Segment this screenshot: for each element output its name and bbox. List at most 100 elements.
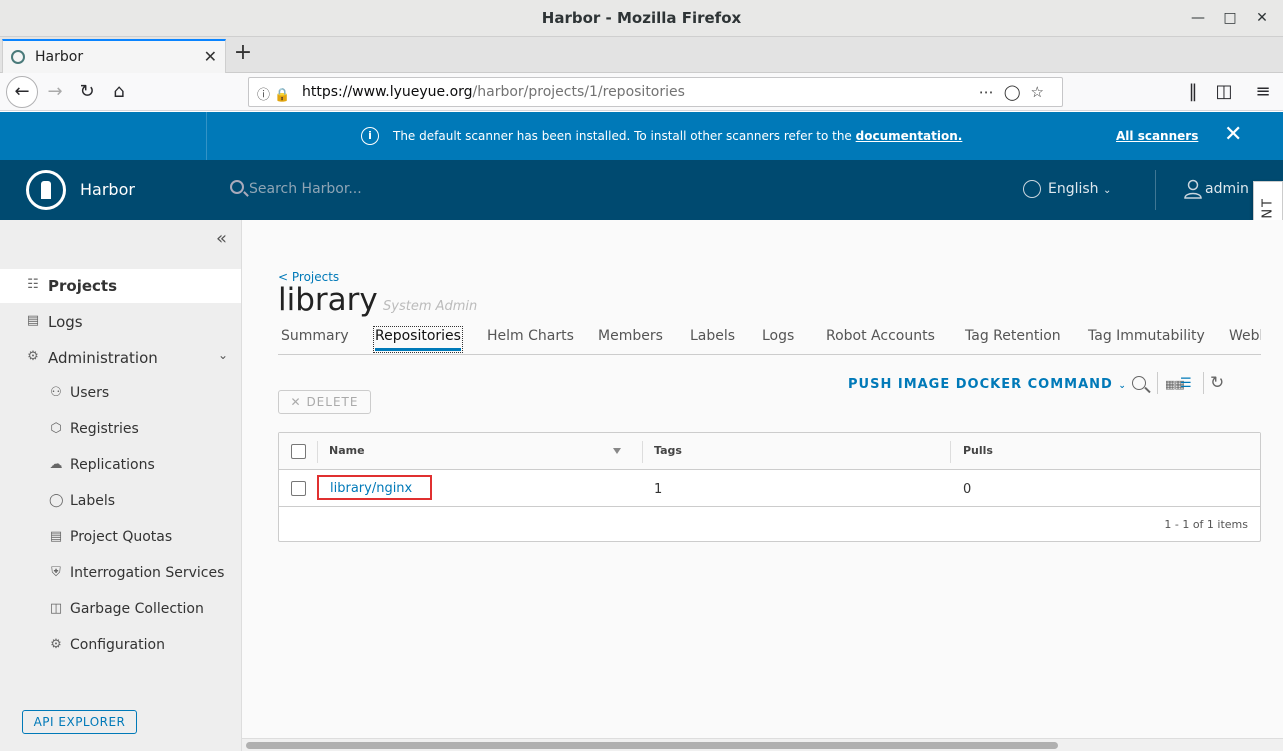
tab-robot-accounts[interactable]: Robot Accounts: [826, 328, 935, 344]
user-menu[interactable]: admin: [1205, 181, 1249, 197]
tab-tag-immutability[interactable]: Tag Immutability: [1088, 328, 1205, 344]
browser-tab-label: Harbor: [35, 49, 84, 65]
info-icon: i: [361, 127, 379, 145]
forward-button[interactable]: →: [42, 79, 68, 105]
home-icon[interactable]: ⌂: [106, 79, 132, 105]
documentation-link[interactable]: documentation.: [856, 129, 963, 143]
chevron-down-icon: ⌄: [1118, 381, 1127, 391]
gear-icon: ⚙: [50, 637, 62, 652]
tags-count: 1: [654, 482, 663, 497]
tab-webhooks[interactable]: Webhooks: [1229, 328, 1261, 344]
harbor-logo-icon[interactable]: [26, 170, 66, 210]
sidebar-item-project-quotas[interactable]: ▤ Project Quotas: [0, 521, 241, 555]
scrollbar-thumb[interactable]: [246, 742, 1058, 749]
back-button[interactable]: ←: [6, 76, 38, 108]
column-name[interactable]: Name: [329, 444, 365, 457]
sidebar-item-interrogation-services[interactable]: ⛨ Interrogation Services: [0, 557, 241, 591]
role-label: System Admin: [383, 299, 478, 314]
sidebar-item-labels[interactable]: ◯ Labels: [0, 485, 241, 519]
tab-labels[interactable]: Labels: [690, 328, 735, 344]
sidebar-item-registries[interactable]: ⬡ Registries: [0, 413, 241, 447]
project-tabs: Summary Repositories Helm Charts Members…: [278, 325, 1261, 355]
collapse-sidebar-icon[interactable]: «: [216, 228, 227, 249]
close-banner-icon[interactable]: ✕: [1224, 122, 1242, 147]
tab-members[interactable]: Members: [598, 328, 663, 344]
all-scanners-link[interactable]: All scanners: [1116, 129, 1198, 143]
tab-helm-charts[interactable]: Helm Charts: [487, 328, 574, 344]
repository-link[interactable]: library/nginx: [317, 475, 432, 500]
search-icon[interactable]: [1132, 376, 1146, 390]
navigation-bar: ← → ↻ ⌂ ⓘ 🔒 https://www.lyueyue.org/harb…: [0, 73, 1283, 111]
sidebar-item-garbage-collection[interactable]: ◫ Garbage Collection: [0, 593, 241, 627]
brand-name[interactable]: Harbor: [80, 180, 135, 199]
harbor-favicon-icon: [11, 50, 25, 64]
sidebar-item-users[interactable]: ⚇ Users: [0, 377, 241, 411]
tab-repositories[interactable]: Repositories: [373, 326, 463, 353]
maximize-icon[interactable]: □: [1220, 8, 1240, 28]
tab-strip: Harbor ✕ +: [0, 37, 1283, 73]
sidebar-item-administration[interactable]: ⚙ Administration ⌄: [0, 341, 241, 375]
api-explorer-button[interactable]: API EXPLORER: [22, 710, 137, 734]
replications-icon: ☁: [49, 457, 63, 472]
projects-icon: ☷: [27, 277, 39, 292]
select-all-checkbox[interactable]: [291, 444, 306, 459]
push-image-command-dropdown[interactable]: PUSH IMAGE DOCKER COMMAND ⌄: [848, 377, 1127, 392]
refresh-icon[interactable]: ↻: [1210, 373, 1224, 393]
scanner-banner: i The default scanner has been installed…: [0, 112, 1283, 160]
search-input[interactable]: Search Harbor...: [249, 181, 362, 197]
labels-icon: ◯: [49, 493, 64, 508]
minimize-icon[interactable]: —: [1188, 8, 1208, 28]
row-checkbox[interactable]: [291, 481, 306, 496]
sidebar-item-configuration[interactable]: ⚙ Configuration: [0, 629, 241, 663]
language-dropdown[interactable]: English ⌄: [1048, 181, 1111, 197]
library-icon[interactable]: ‖: [1180, 79, 1206, 105]
url-text: https://www.lyueyue.org/harbor/projects/…: [302, 84, 685, 100]
tab-tag-retention[interactable]: Tag Retention: [965, 328, 1061, 344]
page-actions-icon[interactable]: ⋯◯☆: [979, 83, 1054, 101]
sidebar-item-logs[interactable]: ▤ Logs: [0, 305, 241, 339]
column-pulls[interactable]: Pulls: [963, 444, 993, 457]
users-icon: ⚇: [50, 385, 62, 400]
site-info-icon[interactable]: ⓘ 🔒: [257, 84, 290, 103]
app-header: Harbor Search Harbor... English ⌄ admin: [0, 160, 1283, 220]
trash-icon: ◫: [49, 601, 63, 616]
chevron-down-icon: ⌄: [218, 348, 229, 362]
tab-summary[interactable]: Summary: [281, 328, 349, 344]
window-titlebar: Harbor - Mozilla Firefox — □ ✕: [0, 0, 1283, 37]
close-icon: ✕: [290, 395, 302, 409]
sidebar-item-replications[interactable]: ☁ Replications: [0, 449, 241, 483]
window-title: Harbor - Mozilla Firefox: [541, 9, 742, 27]
main-content: < Projects library System Admin Summary …: [242, 220, 1283, 738]
repositories-table: Name Tags Pulls library/nginx 1 0 1 - 1 …: [278, 432, 1261, 542]
administration-icon: ⚙: [27, 349, 39, 364]
sidebar-toggle-icon[interactable]: ◫: [1211, 79, 1237, 105]
url-bar[interactable]: ⓘ 🔒 https://www.lyueyue.org/harbor/proje…: [248, 77, 1063, 107]
list-view-icon[interactable]: ☰: [1180, 376, 1192, 391]
pagination-footer: 1 - 1 of 1 items: [1164, 518, 1248, 531]
pulls-count: 0: [963, 482, 972, 497]
table-row: library/nginx 1 0: [279, 470, 1260, 507]
sidebar: « ☷ Projects ▤ Logs ⚙ Administration ⌄ ⚇…: [0, 220, 242, 751]
delete-button[interactable]: ✕ DELETE: [278, 390, 371, 414]
user-icon: [1184, 179, 1202, 199]
quotas-icon: ▤: [49, 529, 63, 544]
search-icon: [230, 180, 244, 194]
horizontal-scrollbar[interactable]: [242, 738, 1283, 751]
logs-icon: ▤: [26, 313, 40, 328]
globe-icon: [1023, 180, 1041, 198]
banner-message: The default scanner has been installed. …: [393, 129, 963, 143]
table-header: Name Tags Pulls: [279, 433, 1260, 470]
page-title: library: [278, 282, 378, 318]
new-tab-icon[interactable]: +: [232, 40, 254, 65]
registries-icon: ⬡: [50, 421, 62, 436]
tab-logs[interactable]: Logs: [762, 328, 794, 344]
menu-icon[interactable]: ≡: [1250, 79, 1276, 105]
close-window-icon[interactable]: ✕: [1252, 8, 1272, 28]
shield-icon: ⛨: [51, 565, 61, 580]
browser-tab[interactable]: Harbor ✕: [2, 39, 226, 73]
filter-icon[interactable]: [613, 448, 621, 454]
sidebar-item-projects[interactable]: ☷ Projects: [0, 269, 241, 303]
reload-icon[interactable]: ↻: [74, 79, 100, 105]
close-tab-icon[interactable]: ✕: [204, 47, 217, 66]
column-tags[interactable]: Tags: [654, 444, 682, 457]
